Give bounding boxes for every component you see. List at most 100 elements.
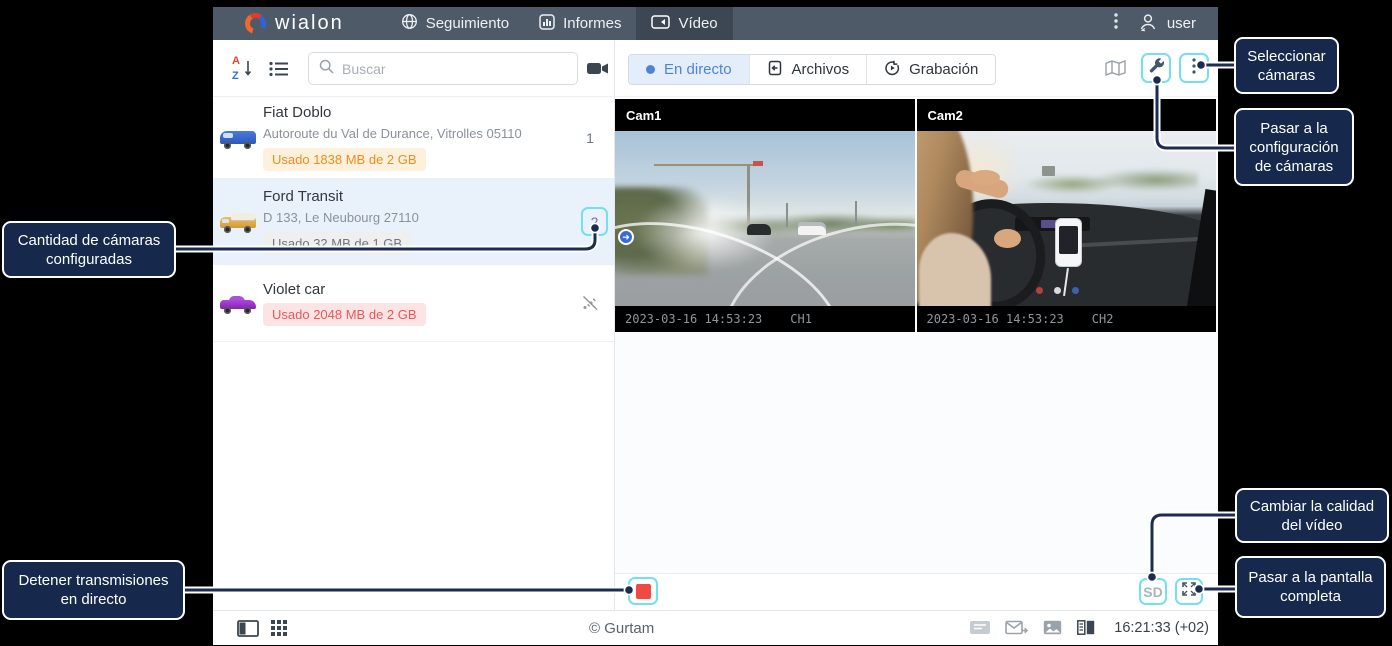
scene-pole (786, 203, 788, 228)
tab-label: Vídeo (678, 15, 717, 32)
unit-row-violet-car[interactable]: Violet car Usado 2048 MB de 2 GB (213, 265, 614, 342)
callout-change-video-quality: Cambiar la calidad del vídeo (1235, 488, 1389, 543)
tab-label: Informes (563, 15, 621, 32)
vehicle-icon (213, 292, 263, 314)
camera-timestamp: 2023-03-16 14:53:23 (625, 312, 762, 326)
archive-file-icon (767, 60, 783, 80)
tab-informes[interactable]: Informes (524, 7, 636, 40)
more-options-icon[interactable] (1114, 13, 1118, 34)
camera-title: Cam1 (615, 99, 915, 131)
send-message-icon[interactable] (1005, 620, 1028, 640)
tab-grabacion[interactable]: Grabación (866, 55, 995, 84)
scene-road-sign (1042, 166, 1055, 176)
scene-crane-jib (654, 164, 753, 166)
unit-info: Fiat Doblo Autoroute du Val de Durance, … (263, 104, 566, 171)
tab-archivos[interactable]: Archivos (749, 55, 867, 84)
wialon-logo: wialon (245, 12, 344, 35)
fullscreen-button[interactable] (1175, 578, 1203, 605)
vehicle-icon (213, 211, 263, 233)
vehicle-icon (213, 127, 263, 149)
search-icon (319, 59, 334, 79)
wialon-logo-icon (245, 13, 266, 34)
camera-channel: CH1 (790, 312, 812, 326)
wialon-app-window: wialon Seguimiento Informes (213, 7, 1218, 645)
split-view-icon[interactable] (1077, 620, 1095, 640)
footer-tools (970, 620, 1095, 640)
scene-roundabout-sign: ➜ (618, 229, 634, 245)
apps-grid-icon[interactable] (271, 620, 288, 642)
camera-title: Cam2 (917, 99, 1217, 131)
stop-icon (636, 584, 651, 599)
storage-usage-badge: Usado 32 MB de 1 GB (263, 232, 411, 255)
topbar-right-cluster: user (1114, 12, 1196, 36)
camera-filter-icon[interactable] (587, 61, 609, 81)
stop-streams-button[interactable] (628, 577, 658, 605)
map-icon[interactable] (1105, 60, 1126, 81)
fullscreen-icon (1181, 581, 1197, 602)
video-quality-button[interactable]: SD (1139, 578, 1167, 605)
tab-seguimiento[interactable]: Seguimiento (386, 7, 524, 40)
sort-az-icon[interactable]: A Z (231, 58, 253, 80)
unit-row-ford-transit[interactable]: Ford Transit D 133, Le Neubourg 27110 Us… (213, 179, 614, 265)
tab-label: Grabación (909, 61, 978, 78)
camera-settings-button[interactable] (1141, 53, 1171, 83)
notifications-icon[interactable] (970, 620, 990, 640)
video-screen-icon (651, 15, 670, 33)
tab-label: Archivos (792, 61, 850, 78)
page-canvas: wialon Seguimiento Informes (0, 0, 1392, 646)
search-field-wrap (308, 52, 578, 85)
unit-info: Ford Transit D 133, Le Neubourg 27110 Us… (263, 188, 614, 255)
scene-pole (855, 201, 857, 226)
callout-configured-cameras-count: Cantidad de cámaras configuradas (2, 221, 176, 278)
video-bottom-controls: SD (615, 573, 1218, 610)
report-chart-icon (539, 14, 555, 34)
camera-channel: CH2 (1092, 312, 1114, 326)
copyright-label: © Gurtam (589, 620, 654, 637)
camera-osd: 2023-03-16 14:53:23 CH1 (615, 306, 915, 332)
camera-tile-2: Cam2 (917, 99, 1217, 332)
video-main-panel: En directo Archivos Grabación (615, 40, 1218, 610)
unit-info: Violet car Usado 2048 MB de 2 GB (263, 281, 566, 326)
top-nav-tabs: Seguimiento Informes Vídeo (386, 7, 733, 40)
sidebar-toolbar: A Z (213, 40, 614, 97)
user-menu[interactable]: user (1138, 12, 1196, 36)
cam2-video-frame[interactable] (917, 131, 1217, 306)
camera-timestamp: 2023-03-16 14:53:23 (927, 312, 1064, 326)
unit-address: Autoroute du Val de Durance, Vitrolles 0… (263, 126, 566, 141)
cam1-video-frame[interactable]: ➜ (615, 131, 915, 306)
camera-count: 1 (566, 130, 614, 146)
callout-go-fullscreen: Pasar a la pantalla completa (1235, 556, 1386, 618)
wrench-icon (1148, 57, 1165, 79)
select-cameras-button[interactable] (1179, 53, 1209, 83)
storage-usage-badge: Usado 1838 MB de 2 GB (263, 148, 426, 171)
camera-grid: Cam1 ➜ (615, 99, 1216, 332)
unit-name: Fiat Doblo (263, 104, 566, 121)
callout-select-cameras: Seleccionar cámaras (1234, 37, 1339, 94)
globe-icon (401, 13, 418, 34)
unit-row-fiat-doblo[interactable]: Fiat Doblo Autoroute du Val de Durance, … (213, 97, 614, 179)
callout-stop-live-streams: Detener transmisiones en directo (2, 560, 185, 620)
scene-crane-cab (753, 161, 763, 166)
sort-letter-a: A (232, 55, 240, 67)
no-signal-icon (566, 294, 614, 312)
scene-phone-mount (1056, 219, 1081, 266)
recording-icon (884, 60, 900, 80)
units-sidebar: A Z (213, 40, 615, 610)
camera-osd: 2023-03-16 14:53:23 CH2 (917, 306, 1217, 332)
vertical-dots-icon (1192, 58, 1196, 79)
wialon-logo-text: wialon (275, 12, 344, 35)
left-panel-toggle-icon[interactable] (237, 620, 259, 642)
search-input[interactable] (342, 61, 567, 77)
list-view-icon[interactable] (269, 61, 289, 82)
scene-console-knob (1054, 287, 1061, 294)
camera-tile-1: Cam1 ➜ (615, 99, 915, 332)
tab-label: En directo (664, 61, 732, 78)
user-label: user (1167, 15, 1196, 32)
video-view-tabs: En directo Archivos Grabación (628, 54, 996, 85)
tab-label: Seguimiento (426, 15, 509, 32)
tab-en-directo[interactable]: En directo (629, 55, 749, 84)
storage-usage-badge: Usado 2048 MB de 2 GB (263, 303, 426, 326)
media-gallery-icon[interactable] (1043, 620, 1062, 640)
video-toolbar: En directo Archivos Grabación (615, 40, 1218, 97)
tab-video[interactable]: Vídeo (636, 7, 732, 40)
